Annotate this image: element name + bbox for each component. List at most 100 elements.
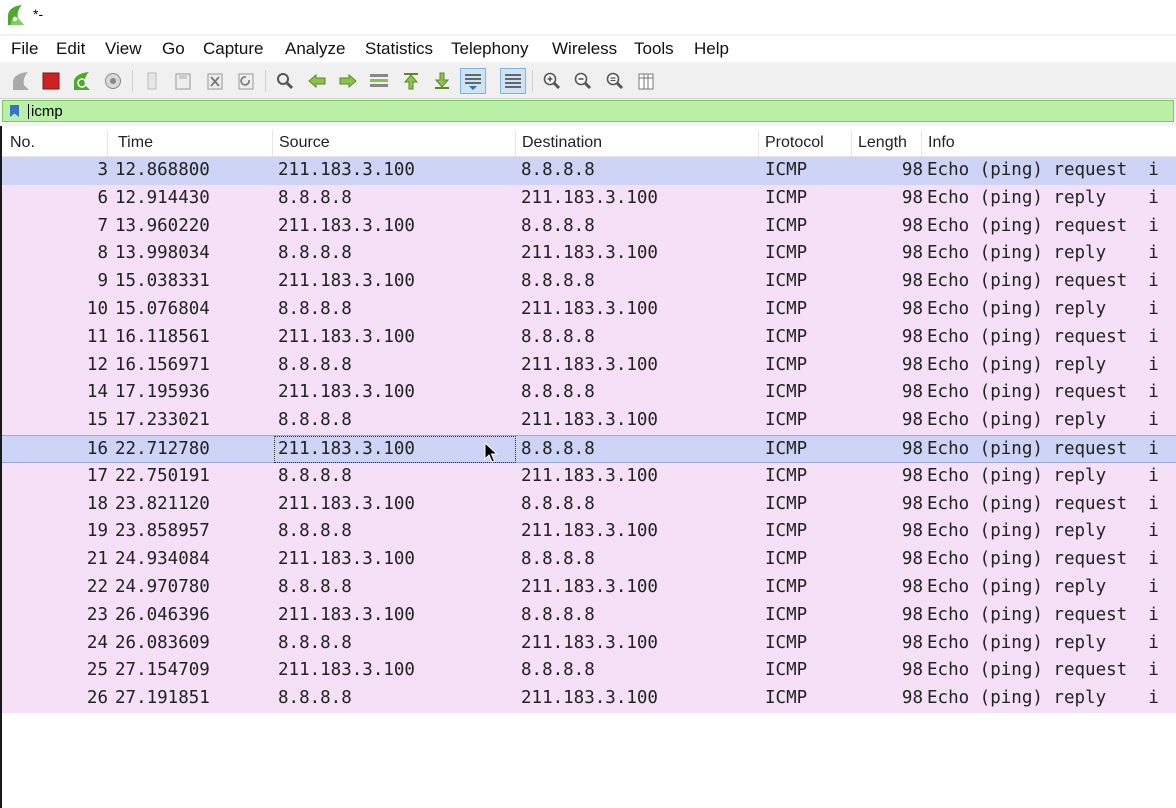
go-last-icon[interactable] <box>429 68 455 94</box>
packet-row[interactable]: 26 27.191851 8.8.8.8 211.183.3.100 ICMP 98 Ech… <box>2 685 1176 713</box>
menu-telephony[interactable]: Telephony <box>451 39 529 59</box>
packet-row[interactable]: 19 23.858957 8.8.8.8 211.183.3.100 ICMP 98 Ech… <box>2 518 1176 547</box>
packet-time: 13.998034 <box>115 243 210 264</box>
packet-row[interactable]: 8 13.998034 8.8.8.8 211.183.3.100 ICMP 98 Echo… <box>2 240 1176 269</box>
packet-no: 22 <box>86 576 108 597</box>
close-file-icon[interactable] <box>202 68 228 94</box>
packet-no: 25 <box>86 660 108 681</box>
packet-source: 8.8.8.8 <box>278 632 352 653</box>
packet-time: 12.914430 <box>115 187 210 208</box>
packet-length: 98 <box>901 382 923 403</box>
packet-time: 23.821120 <box>115 493 210 514</box>
packet-protocol: ICMP <box>765 632 808 653</box>
packet-row[interactable]: 11 16.118561 211.183.3.100 8.8.8.8 ICMP 98 Ech… <box>2 323 1176 352</box>
packet-row[interactable]: 10 15.076804 8.8.8.8 211.183.3.100 ICMP 98 Ech… <box>2 295 1176 324</box>
menu-tools[interactable]: Tools <box>634 39 674 59</box>
packet-time: 27.154709 <box>115 660 210 681</box>
packet-protocol: ICMP <box>765 326 808 347</box>
menu-analyze[interactable]: Analyze <box>285 39 345 59</box>
packet-time: 15.076804 <box>115 298 210 319</box>
go-back-icon[interactable] <box>304 68 330 94</box>
menu-wireless[interactable]: Wireless <box>552 39 617 59</box>
go-forward-icon[interactable] <box>335 68 361 94</box>
packet-row[interactable]: 14 17.195936 211.183.3.100 8.8.8.8 ICMP 98 Ech… <box>2 379 1176 408</box>
packet-row[interactable]: 23 26.046396 211.183.3.100 8.8.8.8 ICMP 98 Ech… <box>2 601 1176 630</box>
colorize-icon[interactable] <box>500 68 526 94</box>
menu-bar: File Edit View Go Capture Analyze Statis… <box>0 36 1176 62</box>
resize-columns-icon[interactable] <box>633 68 659 94</box>
packet-info: Echo (ping) reply i <box>927 243 1159 264</box>
packet-info: Echo (ping) reply i <box>927 688 1159 709</box>
menu-statistics[interactable]: Statistics <box>365 39 433 59</box>
packet-protocol: ICMP <box>765 354 808 375</box>
restart-capture-icon[interactable] <box>69 68 95 94</box>
packet-row[interactable]: 16 22.712780 211.183.3.100 8.8.8.8 ICMP 98 Ech… <box>2 434 1176 463</box>
column-header-time[interactable]: Time <box>110 130 273 156</box>
packet-protocol: ICMP <box>765 549 808 570</box>
packet-source: 8.8.8.8 <box>278 410 352 431</box>
packet-row[interactable]: 22 24.970780 8.8.8.8 211.183.3.100 ICMP 98 Ech… <box>2 573 1176 602</box>
column-header-destination[interactable]: Destination <box>516 130 759 156</box>
packet-info: Echo (ping) request i <box>927 271 1159 292</box>
packet-list: No. Time Source Destination Protocol Len… <box>0 126 1176 808</box>
column-header-protocol[interactable]: Protocol <box>759 130 852 156</box>
packet-destination: 8.8.8.8 <box>521 604 595 625</box>
menu-file[interactable]: File <box>11 39 38 59</box>
find-packet-icon[interactable] <box>272 68 298 94</box>
packet-protocol: ICMP <box>765 688 808 709</box>
capture-options-icon[interactable] <box>100 68 126 94</box>
autoscroll-icon[interactable] <box>460 68 486 94</box>
packet-row[interactable]: 21 24.934084 211.183.3.100 8.8.8.8 ICMP 98 Ech… <box>2 546 1176 574</box>
save-file-icon[interactable] <box>170 68 196 94</box>
menu-capture[interactable]: Capture <box>203 39 263 59</box>
packet-no: 10 <box>86 298 108 319</box>
packet-list-header: No. Time Source Destination Protocol Len… <box>2 130 1176 157</box>
packet-row[interactable]: 24 26.083609 8.8.8.8 211.183.3.100 ICMP 98 Ech… <box>2 629 1176 658</box>
display-filter-input[interactable] <box>27 101 1171 121</box>
focused-cell-outline <box>274 435 516 463</box>
packet-row[interactable]: 6 12.914430 8.8.8.8 211.183.3.100 ICMP 98 Echo… <box>2 184 1176 213</box>
packet-info: Echo (ping) request i <box>927 160 1159 180</box>
packet-row[interactable]: 12 16.156971 8.8.8.8 211.183.3.100 ICMP 98 Ech… <box>2 351 1176 380</box>
zoom-normal-icon[interactable] <box>602 68 628 94</box>
packet-time: 17.195936 <box>115 382 210 403</box>
packet-destination: 8.8.8.8 <box>521 493 595 514</box>
packet-protocol: ICMP <box>765 493 808 514</box>
packet-info: Echo (ping) request i <box>927 549 1159 570</box>
packet-length: 98 <box>901 521 923 542</box>
packet-source: 211.183.3.100 <box>278 493 415 514</box>
packet-time: 22.712780 <box>115 438 210 459</box>
column-header-length[interactable]: Length <box>852 130 922 156</box>
packet-row[interactable]: 25 27.154709 211.183.3.100 8.8.8.8 ICMP 98 Ech… <box>2 657 1176 686</box>
column-header-info[interactable]: Info <box>922 130 1176 156</box>
zoom-in-icon[interactable] <box>539 68 565 94</box>
packet-row[interactable]: 7 13.960220 211.183.3.100 8.8.8.8 ICMP 98 Echo… <box>2 212 1176 241</box>
packet-row[interactable]: 3 12.868800 211.183.3.100 8.8.8.8 ICMP 98 Echo… <box>2 157 1176 185</box>
packet-source: 8.8.8.8 <box>278 688 352 709</box>
menu-view[interactable]: View <box>105 39 142 59</box>
packet-length: 98 <box>901 243 923 264</box>
filter-bookmark-icon[interactable] <box>9 104 20 118</box>
packet-destination: 211.183.3.100 <box>521 298 658 319</box>
packet-length: 98 <box>901 354 923 375</box>
packet-source: 8.8.8.8 <box>278 576 352 597</box>
reload-file-icon[interactable] <box>233 68 259 94</box>
column-header-source[interactable]: Source <box>273 130 516 156</box>
packet-row[interactable]: 9 15.038331 211.183.3.100 8.8.8.8 ICMP 98 Echo… <box>2 268 1176 296</box>
packet-row[interactable]: 18 23.821120 211.183.3.100 8.8.8.8 ICMP 98 Ech… <box>2 490 1176 519</box>
stop-capture-icon[interactable] <box>38 68 64 94</box>
open-file-icon[interactable] <box>139 68 165 94</box>
go-to-packet-icon[interactable] <box>366 68 392 94</box>
packet-row[interactable]: 15 17.233021 8.8.8.8 211.183.3.100 ICMP 98 Ech… <box>2 407 1176 435</box>
start-capture-icon[interactable] <box>8 68 34 94</box>
packet-no: 26 <box>86 688 108 709</box>
menu-go[interactable]: Go <box>162 39 185 59</box>
packet-protocol: ICMP <box>765 410 808 431</box>
go-first-icon[interactable] <box>398 68 424 94</box>
column-header-no[interactable]: No. <box>4 130 108 156</box>
zoom-out-icon[interactable] <box>570 68 596 94</box>
menu-help[interactable]: Help <box>694 39 729 59</box>
packet-destination: 8.8.8.8 <box>521 382 595 403</box>
menu-edit[interactable]: Edit <box>56 39 85 59</box>
packet-row[interactable]: 17 22.750191 8.8.8.8 211.183.3.100 ICMP 98 Ech… <box>2 462 1176 491</box>
